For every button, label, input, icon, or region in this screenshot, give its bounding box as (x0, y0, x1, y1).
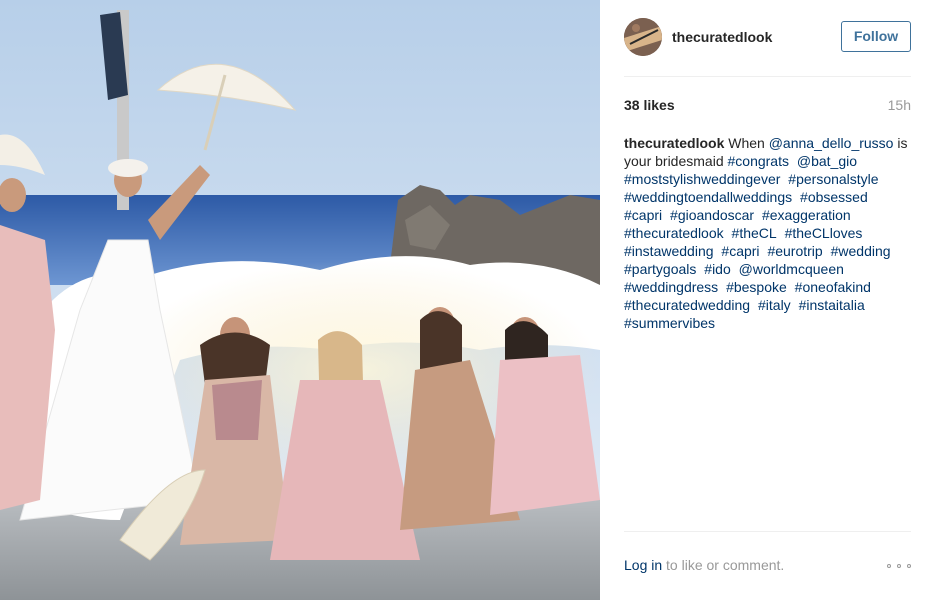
hashtag-link[interactable]: #gioandoscar (670, 207, 754, 223)
post-caption: thecuratedlook When @anna_dello_russo is… (624, 134, 914, 332)
hashtag-link[interactable]: #ido (704, 261, 730, 277)
hashtag-link[interactable]: #instawedding (624, 243, 714, 259)
hashtag-link[interactable]: #bespoke (726, 279, 787, 295)
hashtag-link[interactable]: #oneofakind (795, 279, 871, 295)
hashtag-link[interactable]: #capri (624, 207, 662, 223)
login-prompt: Log in to like or comment. (624, 557, 784, 573)
login-prompt-text: to like or comment. (662, 557, 785, 573)
mention-link[interactable]: @worldmcqueen (739, 261, 844, 277)
hashtag-link[interactable]: #eurotrip (767, 243, 822, 259)
hashtag-link[interactable]: #theCLloves (785, 225, 863, 241)
post-side-panel: thecuratedlook Follow 38 likes 15h thecu… (600, 0, 933, 600)
hashtag-link[interactable]: #theCL (732, 225, 777, 241)
hashtag-link[interactable]: #moststylishweddingever (624, 171, 780, 187)
hashtag-link[interactable]: #capri (721, 243, 759, 259)
caption-username-link[interactable]: thecuratedlook (624, 135, 724, 151)
profile-username-link[interactable]: thecuratedlook (672, 29, 772, 45)
hashtag-link[interactable]: #instaitalia (799, 297, 865, 313)
avatar-image-icon (624, 18, 662, 56)
post-timestamp[interactable]: 15h (888, 97, 911, 113)
avatar[interactable] (624, 18, 662, 56)
hashtag-group: #weddingdress #bespoke #oneofakind #thec… (624, 279, 875, 331)
login-link[interactable]: Log in (624, 557, 662, 573)
hashtag-group: #congrats (728, 153, 797, 169)
hashtag-link[interactable]: #thecuratedlook (624, 225, 724, 241)
follow-button[interactable]: Follow (841, 21, 911, 52)
mention-link[interactable]: @anna_dello_russo (769, 135, 894, 151)
hashtag-link[interactable]: #wedding (831, 243, 891, 259)
hashtag-link[interactable]: #italy (758, 297, 791, 313)
hashtag-link[interactable]: #weddingtoendallweddings (624, 189, 792, 205)
caption-text: When (724, 135, 769, 151)
hashtag-link[interactable]: #exaggeration (762, 207, 851, 223)
hashtag-link[interactable]: #thecuratedwedding (624, 297, 750, 313)
post-photo[interactable] (0, 0, 600, 600)
hashtag-link[interactable]: #obsessed (800, 189, 868, 205)
hashtag-link[interactable]: #personalstyle (788, 171, 878, 187)
post-header: thecuratedlook Follow (624, 0, 911, 77)
mention-link[interactable]: @bat_gio (797, 153, 857, 169)
hashtag-link[interactable]: #congrats (728, 153, 789, 169)
hashtag-link[interactable]: #weddingdress (624, 279, 718, 295)
post-meta: 38 likes 15h (624, 97, 911, 115)
post-footer: Log in to like or comment. (624, 531, 911, 600)
likes-count[interactable]: 38 likes (624, 97, 675, 113)
hashtag-link[interactable]: #summervibes (624, 315, 715, 331)
instagram-post: thecuratedlook Follow 38 likes 15h thecu… (0, 0, 933, 600)
hashtag-link[interactable]: #partygoals (624, 261, 696, 277)
more-options-icon[interactable] (887, 562, 911, 570)
